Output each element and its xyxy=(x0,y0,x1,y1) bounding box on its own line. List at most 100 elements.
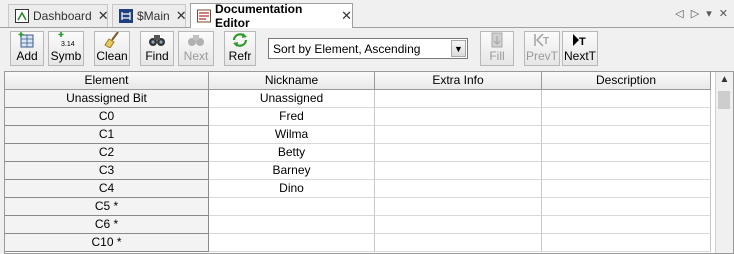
element-cell[interactable]: C2 xyxy=(5,144,209,162)
nickname-cell[interactable]: Dino xyxy=(209,180,375,198)
refresh-icon xyxy=(232,33,248,47)
extra-info-cell[interactable] xyxy=(375,198,542,216)
fill-button[interactable]: Fill xyxy=(480,31,514,66)
nickname-cell[interactable]: Betty xyxy=(209,144,375,162)
nickname-cell[interactable]: Unassigned xyxy=(209,90,375,108)
description-cell[interactable] xyxy=(542,90,711,108)
tab-main[interactable]: $Main ✕ xyxy=(112,4,187,27)
column-header-description[interactable]: Description xyxy=(542,72,711,90)
element-cell[interactable]: Unassigned Bit xyxy=(5,90,209,108)
add-row-icon xyxy=(18,32,34,48)
svg-text:3.14: 3.14 xyxy=(61,41,75,48)
find-button[interactable]: Find xyxy=(140,31,174,66)
dashboard-icon xyxy=(15,9,29,23)
scroll-up-icon[interactable]: ▲ xyxy=(716,74,733,85)
description-cell[interactable] xyxy=(542,216,711,234)
table-row[interactable]: C10 * xyxy=(5,234,711,252)
column-header-extra-info[interactable]: Extra Info xyxy=(375,72,542,90)
table-row[interactable]: C2 Betty xyxy=(5,144,711,162)
nickname-cell[interactable] xyxy=(209,234,375,252)
fill-label: Fill xyxy=(489,49,505,63)
ladder-program-icon xyxy=(119,9,133,23)
table-row[interactable]: C3 Barney xyxy=(5,162,711,180)
extra-info-cell[interactable] xyxy=(375,144,542,162)
fill-down-icon xyxy=(491,32,503,48)
find-label: Find xyxy=(145,49,169,63)
tab-navigation-controls[interactable]: ◁ ▷ ▾ ✕ xyxy=(675,7,730,20)
svg-text:T: T xyxy=(579,36,586,48)
toolbar: Add 3.14 Symb Clean Find Next Refr Sort … xyxy=(0,29,734,69)
element-cell[interactable]: C5 * xyxy=(5,198,209,216)
table-row[interactable]: C1 Wilma xyxy=(5,126,711,144)
symb-button[interactable]: 3.14 Symb xyxy=(48,31,84,66)
symbol-icon: 3.14 xyxy=(58,32,75,48)
extra-info-cell[interactable] xyxy=(375,162,542,180)
svg-text:T: T xyxy=(543,36,549,47)
scrollbar-thumb[interactable] xyxy=(718,91,730,109)
element-cell[interactable]: C0 xyxy=(5,108,209,126)
description-cell[interactable] xyxy=(542,162,711,180)
close-icon[interactable]: ✕ xyxy=(341,8,352,24)
refresh-label: Refr xyxy=(228,49,252,63)
documentation-grid: Element Nickname Extra Info Description … xyxy=(4,71,734,254)
description-cell[interactable] xyxy=(542,234,711,252)
nickname-cell[interactable] xyxy=(209,198,375,216)
table-row[interactable]: Unassigned Bit Unassigned xyxy=(5,90,711,108)
table-row[interactable]: C4 Dino xyxy=(5,180,711,198)
next-label: Next xyxy=(183,49,209,63)
prevt-button[interactable]: T PrevT xyxy=(524,31,560,66)
tab-documentation-editor[interactable]: Documentation Editor ✕ xyxy=(190,2,353,30)
sort-selected-value: Sort by Element, Ascending xyxy=(273,41,421,56)
column-header-nickname[interactable]: Nickname xyxy=(209,72,375,90)
nickname-cell[interactable]: Barney xyxy=(209,162,375,180)
nextt-button[interactable]: T NextT xyxy=(562,31,598,66)
sort-dropdown[interactable]: Sort by Element, Ascending ▼ xyxy=(268,38,468,59)
element-cell[interactable]: C1 xyxy=(5,126,209,144)
description-cell[interactable] xyxy=(542,126,711,144)
extra-info-cell[interactable] xyxy=(375,216,542,234)
tab-label: Documentation Editor xyxy=(215,2,303,30)
clean-label: Clean xyxy=(96,49,128,63)
element-cell[interactable]: C4 xyxy=(5,180,209,198)
next-text-icon: T xyxy=(573,34,586,48)
prevt-label: PrevT xyxy=(525,49,558,63)
symb-label: Symb xyxy=(50,49,82,63)
description-cell[interactable] xyxy=(542,144,711,162)
extra-info-cell[interactable] xyxy=(375,90,542,108)
extra-info-cell[interactable] xyxy=(375,108,542,126)
nextt-label: NextT xyxy=(563,49,596,63)
broom-icon xyxy=(104,32,119,48)
nickname-cell[interactable]: Fred xyxy=(209,108,375,126)
add-button[interactable]: Add xyxy=(10,31,44,66)
documentation-editor-icon xyxy=(197,9,211,23)
tab-label: Dashboard xyxy=(33,9,92,23)
tab-label: $Main xyxy=(137,9,170,23)
close-icon[interactable]: ✕ xyxy=(176,8,187,24)
table-row[interactable]: C5 * xyxy=(5,198,711,216)
description-cell[interactable] xyxy=(542,108,711,126)
refresh-button[interactable]: Refr xyxy=(224,31,256,66)
description-cell[interactable] xyxy=(542,180,711,198)
tab-strip: Dashboard ✕ $Main ✕ Documentation Editor… xyxy=(0,0,734,30)
next-button[interactable]: Next xyxy=(178,31,214,66)
table-row[interactable]: C0 Fred xyxy=(5,108,711,126)
tab-dashboard[interactable]: Dashboard ✕ xyxy=(8,4,109,27)
binoculars-next-icon xyxy=(188,35,204,46)
element-cell[interactable]: C10 * xyxy=(5,234,209,252)
element-cell[interactable]: C6 * xyxy=(5,216,209,234)
vertical-scrollbar[interactable]: ▲ xyxy=(715,72,733,253)
chevron-down-icon[interactable]: ▼ xyxy=(451,40,466,57)
extra-info-cell[interactable] xyxy=(375,126,542,144)
clean-button[interactable]: Clean xyxy=(94,31,130,66)
column-header-element[interactable]: Element xyxy=(5,72,209,90)
nickname-cell[interactable] xyxy=(209,216,375,234)
nickname-cell[interactable]: Wilma xyxy=(209,126,375,144)
element-cell[interactable]: C3 xyxy=(5,162,209,180)
description-cell[interactable] xyxy=(542,198,711,216)
close-icon[interactable]: ✕ xyxy=(98,8,109,24)
extra-info-cell[interactable] xyxy=(375,180,542,198)
binoculars-icon xyxy=(149,35,165,46)
extra-info-cell[interactable] xyxy=(375,234,542,252)
previous-text-icon: T xyxy=(534,33,549,47)
table-row[interactable]: C6 * xyxy=(5,216,711,234)
